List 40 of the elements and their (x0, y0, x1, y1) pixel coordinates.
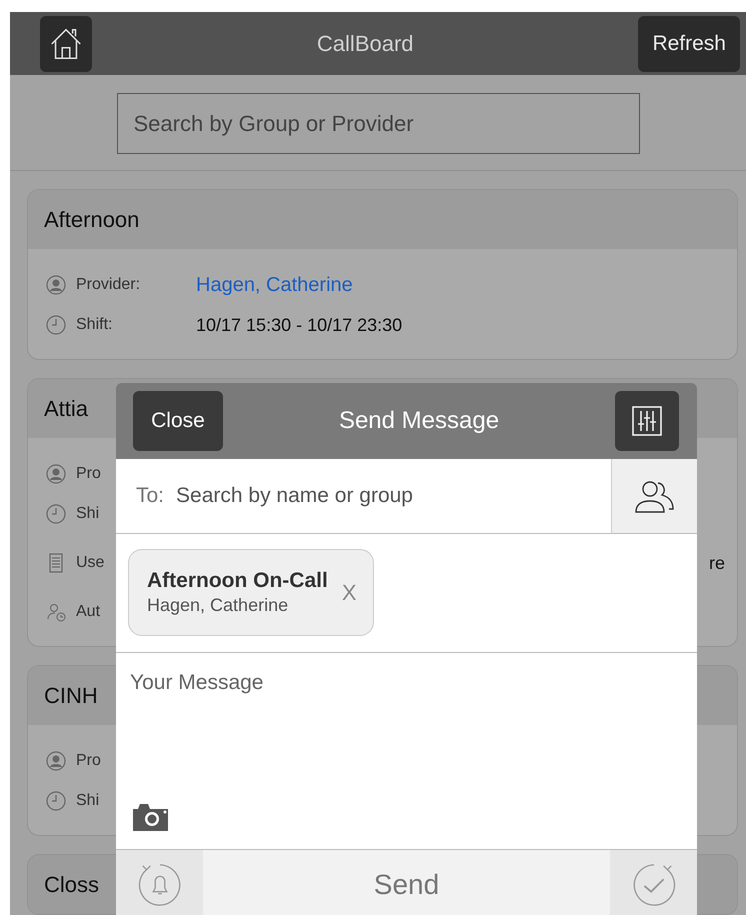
field-label: Pro (76, 465, 102, 483)
person-icon (46, 275, 66, 295)
camera-icon[interactable] (132, 802, 170, 832)
recipient-name: Hagen, Catherine (147, 595, 290, 616)
person-icon (46, 464, 66, 484)
settings-button[interactable] (614, 391, 679, 451)
card-title: Afternoon (44, 206, 140, 232)
person-icon (46, 751, 66, 771)
message-field[interactable]: Your Message (116, 653, 697, 850)
sliders-icon (630, 405, 663, 437)
card-title: Attia (44, 396, 88, 422)
card-title: CINH (44, 682, 98, 708)
field-label: Shi (76, 792, 100, 810)
field-label: Pro (76, 752, 102, 770)
recipient-group: Afternoon On-Call (147, 569, 328, 593)
check-icon (630, 862, 676, 908)
send-button[interactable]: Send (203, 850, 610, 915)
refresh-button[interactable]: Refresh (638, 16, 740, 72)
clock-icon (46, 791, 66, 811)
to-label: To: (116, 459, 176, 534)
field-label: Shi (76, 505, 100, 523)
app-title: CallBoard (316, 30, 414, 56)
field-label: Use (76, 554, 106, 572)
search-field[interactable]: Search by Group or Provider (116, 93, 640, 154)
dialog-title: Send Message (338, 407, 500, 435)
field-label: Shift: (76, 316, 114, 334)
field-label: Provider: (76, 276, 142, 294)
clock-icon (46, 315, 66, 335)
provider-link[interactable]: Hagen, Catherine (196, 274, 353, 296)
card-title: Closs (44, 872, 100, 898)
recipient-search-field[interactable]: Search by name or group (176, 459, 611, 534)
remove-button[interactable]: X (342, 580, 357, 606)
person-clock-icon (46, 602, 66, 622)
close-button[interactable]: Close (133, 391, 223, 451)
clock-icon (46, 504, 66, 524)
bell-icon (136, 862, 182, 908)
field-value: 10/17 15:30 - 10/17 23:30 (196, 314, 402, 336)
home-button[interactable] (40, 16, 92, 72)
contacts-button[interactable] (611, 459, 697, 534)
field-value: re (708, 552, 725, 574)
